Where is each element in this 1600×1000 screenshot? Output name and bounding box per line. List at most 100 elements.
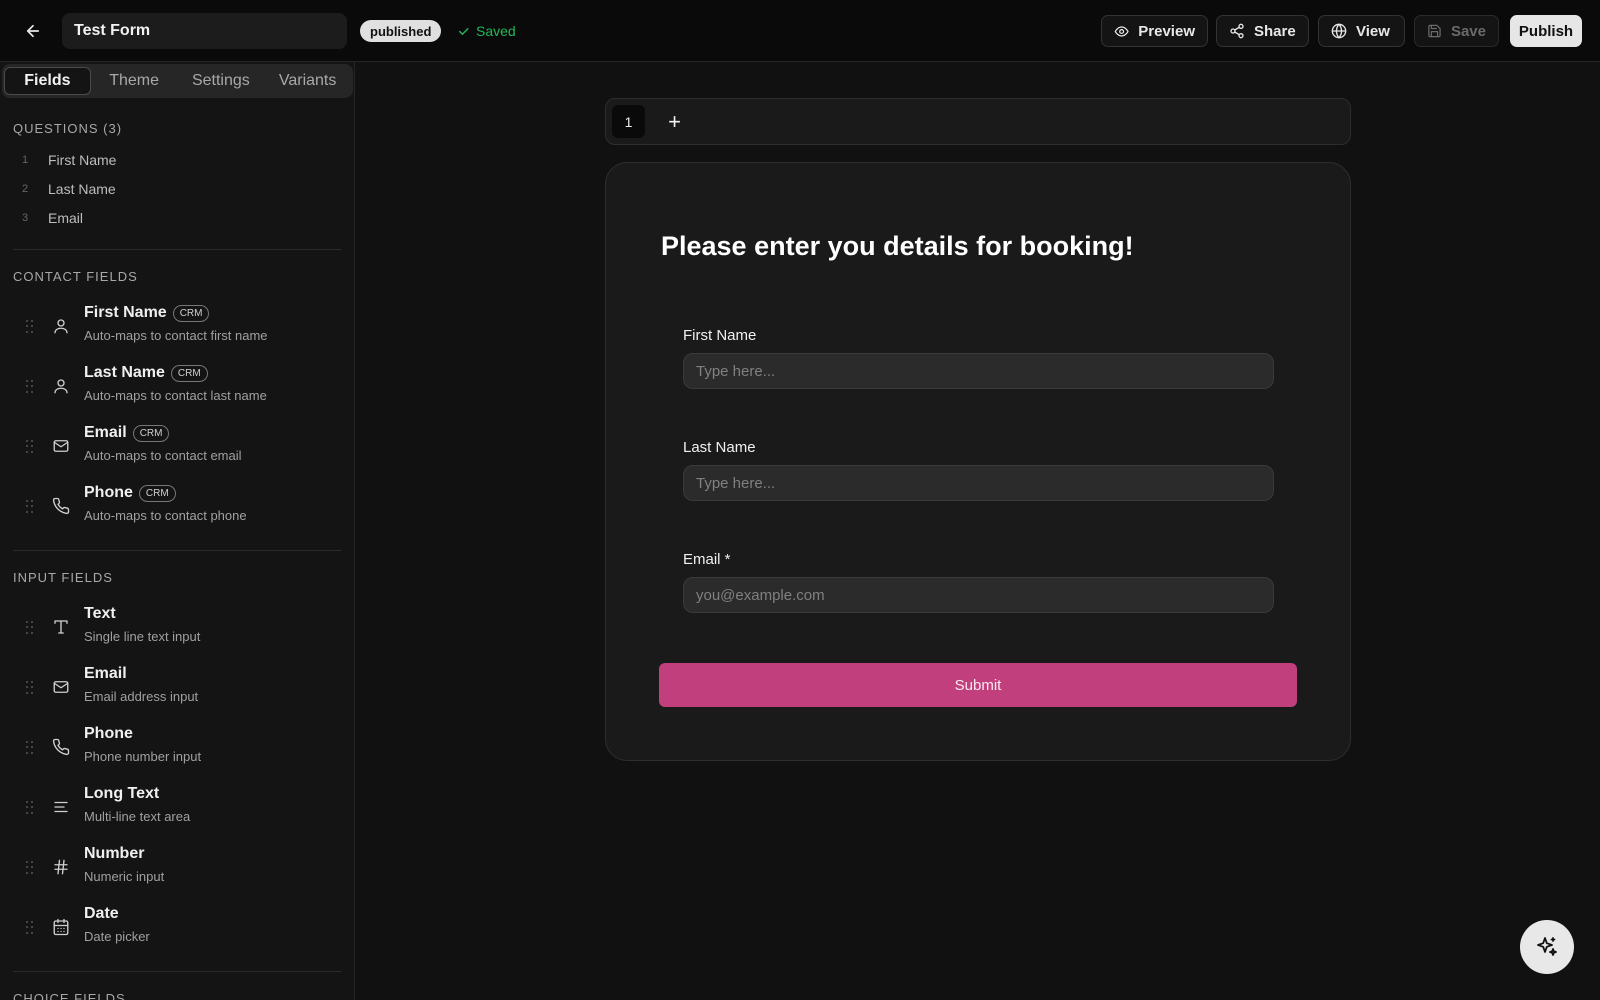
field-description: Auto-maps to contact first name: [84, 328, 268, 343]
drag-handle-icon[interactable]: [26, 621, 34, 635]
field-description: Date picker: [84, 929, 150, 944]
form-heading: Please enter you details for booking!: [661, 231, 1134, 261]
field-title: Number: [84, 845, 145, 862]
hash-icon: [51, 857, 71, 877]
field-item-contact-email[interactable]: Email CRM Auto-maps to contact email: [26, 422, 346, 474]
long-text-icon: [51, 797, 71, 817]
field-title: Last Name: [84, 364, 165, 381]
fields-sidebar: Fields Theme Settings Variants QUESTIONS…: [0, 62, 355, 1000]
mail-icon: [51, 436, 71, 456]
field-item-contact-phone[interactable]: Phone CRM Auto-maps to contact phone: [26, 482, 346, 534]
preview-button[interactable]: Preview: [1101, 15, 1208, 47]
share-label: Share: [1254, 22, 1296, 40]
field-item-phone[interactable]: Phone Phone number input: [26, 723, 346, 775]
calendar-icon: [51, 917, 71, 937]
crm-badge: CRM: [170, 364, 208, 382]
question-item[interactable]: 2 Last Name: [22, 179, 116, 199]
field-description: Multi-line text area: [84, 809, 191, 824]
mail-icon: [51, 677, 71, 697]
view-button[interactable]: View: [1318, 15, 1405, 47]
saved-indicator: Saved: [457, 21, 516, 41]
share-icon: [1230, 23, 1244, 39]
user-icon: [51, 316, 71, 336]
ai-sparkle-button[interactable]: [1520, 920, 1574, 974]
drag-handle-icon[interactable]: [26, 681, 34, 695]
tab-fields[interactable]: Fields: [4, 67, 91, 95]
drag-handle-icon[interactable]: [26, 741, 34, 755]
drag-handle-icon[interactable]: [26, 500, 34, 514]
save-label: Save: [1450, 22, 1486, 40]
choice-fields-header: CHOICE FIELDS: [13, 991, 126, 1000]
field-item-text[interactable]: Text Single line text input: [26, 603, 346, 655]
section-divider: [13, 971, 341, 972]
drag-handle-icon[interactable]: [26, 801, 34, 815]
question-label: First Name: [48, 152, 117, 168]
question-item[interactable]: 3 Email: [22, 208, 83, 228]
save-icon: [1428, 24, 1441, 38]
field-description: Auto-maps to contact phone: [84, 508, 247, 523]
save-button[interactable]: Save: [1414, 15, 1499, 47]
first-name-label: First Name: [683, 327, 757, 344]
email-label: Email *: [683, 551, 731, 568]
saved-label: Saved: [476, 23, 516, 39]
tab-theme[interactable]: Theme: [91, 67, 178, 95]
question-label: Last Name: [48, 181, 116, 197]
eye-icon: [1114, 25, 1129, 37]
field-description: Email address input: [84, 689, 199, 704]
text-icon: [51, 617, 71, 637]
field-title: Phone: [84, 725, 133, 742]
view-label: View: [1356, 22, 1390, 40]
preview-label: Preview: [1138, 22, 1195, 40]
check-icon: [459, 27, 469, 35]
email-input[interactable]: you@example.com: [683, 577, 1274, 613]
last-name-input[interactable]: Type here...: [683, 465, 1274, 501]
field-item-contact-first-name[interactable]: First Name CRM Auto-maps to contact first…: [26, 302, 346, 354]
tab-settings[interactable]: Settings: [178, 67, 265, 95]
field-title: Text: [84, 605, 116, 622]
publish-button[interactable]: Publish: [1510, 15, 1582, 47]
form-title-input[interactable]: Test Form: [62, 13, 347, 49]
status-badge: published: [360, 20, 442, 42]
contact-fields-header: CONTACT FIELDS: [13, 269, 138, 284]
add-page-button[interactable]: +: [658, 105, 691, 138]
field-description: Single line text input: [84, 629, 201, 644]
share-button[interactable]: Share: [1216, 15, 1309, 47]
question-label: Email: [48, 210, 84, 226]
sparkle-icon: [1537, 937, 1557, 956]
phone-icon: [51, 737, 71, 757]
phone-icon: [51, 496, 71, 516]
field-description: Phone number input: [84, 749, 202, 764]
input-fields-header: INPUT FIELDS: [13, 570, 113, 585]
field-item-email[interactable]: Email Email address input: [26, 663, 346, 715]
crm-badge: CRM: [132, 424, 170, 442]
drag-handle-icon[interactable]: [26, 921, 34, 935]
crm-badge: CRM: [172, 304, 210, 322]
field-description: Auto-maps to contact email: [84, 448, 242, 463]
section-divider: [13, 550, 341, 551]
field-title: Phone: [84, 484, 133, 501]
field-item-date[interactable]: Date Date picker: [26, 903, 346, 955]
drag-handle-icon[interactable]: [26, 440, 34, 454]
sidebar-tabs: Fields Theme Settings Variants: [2, 64, 353, 98]
page-tab-1[interactable]: 1: [612, 105, 645, 138]
field-description: Numeric input: [84, 869, 165, 884]
field-title: Email: [84, 665, 127, 682]
drag-handle-icon[interactable]: [26, 380, 34, 394]
drag-handle-icon[interactable]: [26, 861, 34, 875]
last-name-label: Last Name: [683, 439, 756, 456]
field-title: First Name: [84, 304, 167, 321]
question-item[interactable]: 1 First Name: [22, 150, 116, 170]
drag-handle-icon[interactable]: [26, 320, 34, 334]
question-number: 2: [22, 183, 29, 195]
field-title: Long Text: [84, 785, 160, 802]
field-item-long-text[interactable]: Long Text Multi-line text area: [26, 783, 346, 835]
first-name-input[interactable]: Type here...: [683, 353, 1274, 389]
submit-button[interactable]: Submit: [659, 663, 1297, 707]
top-bar: Test Form published Saved Preview Share …: [0, 0, 1600, 62]
field-item-contact-last-name[interactable]: Last Name CRM Auto-maps to contact last n…: [26, 362, 346, 414]
field-item-number[interactable]: Number Numeric input: [26, 843, 346, 895]
tab-variants[interactable]: Variants: [264, 67, 351, 95]
globe-icon: [1331, 23, 1347, 39]
back-arrow-icon[interactable]: [20, 18, 46, 44]
question-number: 1: [22, 154, 29, 166]
